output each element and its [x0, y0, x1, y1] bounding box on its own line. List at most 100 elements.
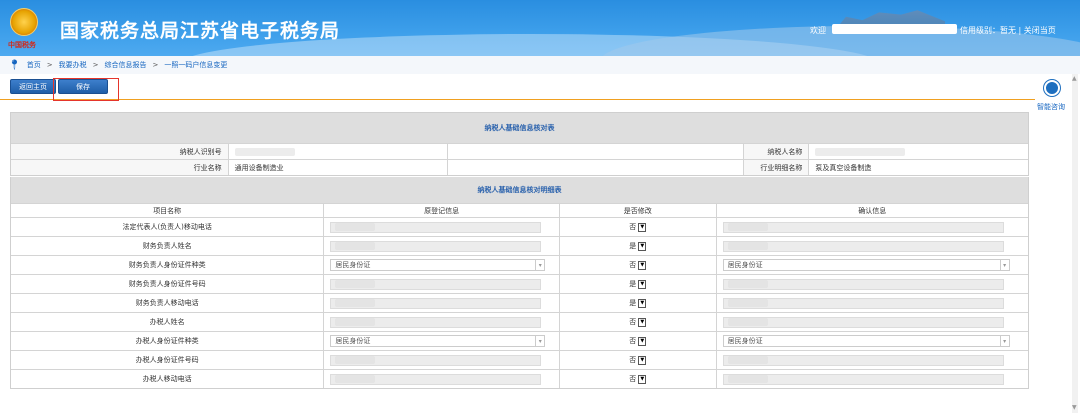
- confirm-value-cell: [717, 370, 1028, 388]
- emblem-caption: 中国税务: [8, 40, 36, 49]
- item-name: 办税人移动电话: [11, 370, 325, 388]
- dropdown-arrow-icon[interactable]: ▼: [638, 298, 647, 308]
- modify-select[interactable]: 否 ▼: [629, 374, 647, 384]
- text-input[interactable]: [722, 297, 1004, 309]
- field-label: 纳税人识别号: [11, 144, 229, 159]
- breadcrumb: 📍︎ 首页 > 我要办税 > 综合信息报告 > 一照一码户信息变更: [0, 56, 1080, 74]
- section-title: 纳税人基础信息核对明细表: [11, 177, 1028, 203]
- original-value-cell: [324, 218, 560, 236]
- dropdown-arrow-icon[interactable]: ▼: [638, 222, 647, 232]
- confirm-value-cell: [717, 237, 1028, 255]
- original-value-cell: 居民身份证 ▾: [324, 256, 560, 274]
- dropdown-arrow-icon[interactable]: ▼: [638, 260, 647, 270]
- dropdown-arrow-icon[interactable]: ▼: [638, 317, 647, 327]
- text-input[interactable]: [722, 354, 1004, 366]
- column-header: 是否修改: [560, 204, 717, 217]
- field-value: 通用设备制造业: [229, 160, 449, 175]
- scroll-up-icon[interactable]: ▲: [1072, 75, 1077, 82]
- text-input[interactable]: [722, 373, 1004, 385]
- redacted-username: [832, 24, 957, 34]
- modify-cell: 否 ▼: [560, 332, 717, 350]
- table-row: 财务负责人身份证件号码 是 ▼: [11, 274, 1028, 293]
- original-value-cell: [324, 294, 560, 312]
- column-header: 确认信息: [858, 206, 887, 215]
- item-name: 财务负责人移动电话: [11, 294, 325, 312]
- chevron-down-icon: ▾: [535, 336, 544, 346]
- item-name: 办税人身份证件号码: [11, 351, 325, 369]
- tax-emblem-icon: [10, 8, 38, 36]
- text-input[interactable]: [330, 221, 541, 233]
- confirm-value-cell: [717, 294, 1028, 312]
- text-input[interactable]: [330, 316, 541, 328]
- table-row: 财务负责人姓名 是 ▼: [11, 236, 1028, 255]
- breadcrumb-item[interactable]: 综合信息报告: [104, 60, 146, 70]
- smart-consult-link[interactable]: 智能咨询: [1037, 102, 1065, 112]
- text-input[interactable]: [722, 221, 1004, 233]
- vertical-scrollbar[interactable]: [1072, 74, 1078, 413]
- modify-cell: 否 ▼: [560, 313, 717, 331]
- field-value: 泵及真空设备制造: [815, 163, 872, 172]
- field-label: 行业明细名称: [743, 160, 810, 175]
- breadcrumb-home[interactable]: 首页: [27, 60, 41, 70]
- modify-select[interactable]: 否 ▼: [629, 222, 647, 232]
- id-type-select[interactable]: 居民身份证 ▾: [330, 259, 546, 271]
- table-row: 行业名称 通用设备制造业 行业明细名称 泵及真空设备制造: [11, 159, 1028, 175]
- id-type-select[interactable]: 居民身份证 ▾: [330, 335, 546, 347]
- table-row: 财务负责人身份证件种类 居民身份证 ▾ 否 ▼ 居民身份证 ▾: [11, 255, 1028, 274]
- header-links: 信用级别：暂无 | 关闭当页: [960, 26, 1056, 35]
- dropdown-arrow-icon[interactable]: ▼: [638, 279, 647, 289]
- original-value-cell: [324, 237, 560, 255]
- text-input[interactable]: [330, 297, 541, 309]
- chevron-down-icon: ▾: [535, 260, 544, 270]
- location-pin-icon: 📍︎: [8, 59, 21, 71]
- column-header: 原登记信息: [324, 204, 560, 217]
- original-value-cell: [324, 370, 560, 388]
- dropdown-arrow-icon[interactable]: ▼: [638, 374, 647, 384]
- table-header-row: 项目名称 原登记信息 是否修改 确认信息: [11, 203, 1028, 217]
- headset-icon[interactable]: [1044, 80, 1060, 96]
- original-value-cell: 居民身份证 ▾: [324, 332, 560, 350]
- site-title: 国家税务总局江苏省电子税务局: [60, 20, 341, 42]
- modify-select[interactable]: 否 ▼: [629, 336, 647, 346]
- dropdown-arrow-icon[interactable]: ▼: [638, 355, 647, 365]
- modify-cell: 否 ▼: [560, 351, 717, 369]
- original-value-cell: [324, 313, 560, 331]
- header-banner: 中国税务 国家税务总局江苏省电子税务局 欢迎 信用级别：暂无 | 关闭当页: [0, 0, 1080, 56]
- id-type-select[interactable]: 居民身份证 ▾: [722, 335, 1010, 347]
- text-input[interactable]: [722, 240, 1004, 252]
- modify-select[interactable]: 是 ▼: [629, 279, 647, 289]
- modify-cell: 否 ▼: [560, 256, 717, 274]
- table-row: 财务负责人移动电话 是 ▼: [11, 293, 1028, 312]
- modify-select[interactable]: 是 ▼: [629, 298, 647, 308]
- basic-info-table: 纳税人基础信息核对表 纳税人识别号 纳税人名称 行业名称 通用设备制造业 行业明…: [10, 112, 1029, 176]
- scroll-down-icon[interactable]: ▼: [1072, 404, 1077, 411]
- confirm-value-cell: 居民身份证 ▾: [717, 332, 1028, 350]
- breadcrumb-item[interactable]: 我要办税: [59, 60, 87, 70]
- modify-cell: 否 ▼: [560, 370, 717, 388]
- text-input[interactable]: [330, 278, 541, 290]
- modify-select[interactable]: 否 ▼: [629, 260, 647, 270]
- item-name: 财务负责人身份证件种类: [11, 256, 325, 274]
- dropdown-arrow-icon[interactable]: ▼: [638, 241, 647, 251]
- back-home-button[interactable]: 返回主页: [10, 79, 56, 94]
- confirm-value-cell: [717, 218, 1028, 236]
- close-page-link[interactable]: 关闭当页: [1024, 26, 1056, 35]
- id-type-select[interactable]: 居民身份证 ▾: [722, 259, 1010, 271]
- table-row: 办税人移动电话 否 ▼: [11, 369, 1028, 388]
- modify-select[interactable]: 否 ▼: [629, 317, 647, 327]
- text-input[interactable]: [330, 240, 541, 252]
- text-input[interactable]: [722, 278, 1004, 290]
- field-value: [809, 144, 1028, 159]
- modify-select[interactable]: 否 ▼: [629, 355, 647, 365]
- confirm-value-cell: 居民身份证 ▾: [717, 256, 1028, 274]
- confirm-value-cell: [717, 275, 1028, 293]
- table-row: 办税人身份证件号码 否 ▼: [11, 350, 1028, 369]
- text-input[interactable]: [722, 316, 1004, 328]
- dropdown-arrow-icon[interactable]: ▼: [638, 336, 647, 346]
- text-input[interactable]: [330, 354, 541, 366]
- text-input[interactable]: [330, 373, 541, 385]
- breadcrumb-current[interactable]: 一照一码户信息变更: [164, 60, 227, 70]
- item-name: 财务负责人姓名: [11, 237, 325, 255]
- modify-select[interactable]: 是 ▼: [629, 241, 647, 251]
- chevron-down-icon: ▾: [999, 260, 1009, 270]
